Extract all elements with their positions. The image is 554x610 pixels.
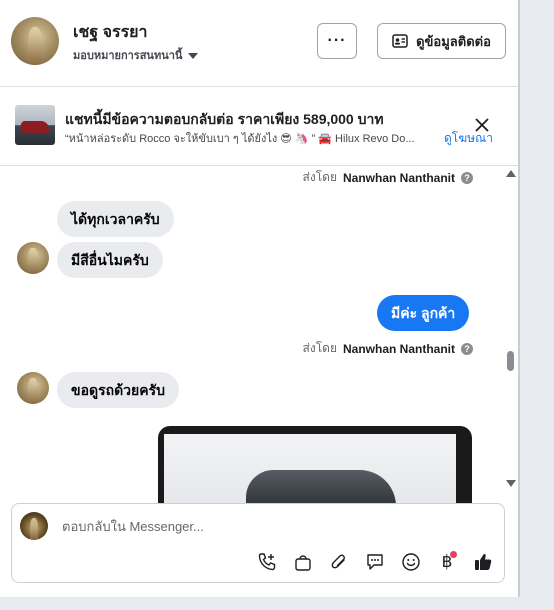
view-contact-label: ดูข้อมูลติดต่อ (416, 33, 491, 49)
contact-name[interactable]: เชฐ จรรยา (73, 20, 148, 45)
sent-by-prefix: ส่งโดย (302, 341, 337, 355)
notification-dot (450, 551, 457, 558)
sent-by-name: Nanwhan Nanthanit (342, 341, 455, 356)
incoming-message[interactable]: ขอดูรถด้วยครับ (57, 372, 179, 408)
chat-header: เชฐ จรรยา มอบหมายการสนทนานี้ ··· ดูข้อมู… (0, 0, 518, 87)
baht-icon[interactable]: ฿ (435, 550, 459, 574)
sent-by-prefix: ส่งโดย (302, 170, 337, 184)
phone-add-icon[interactable] (255, 550, 279, 574)
car-photo (164, 434, 456, 506)
panel-divider (518, 0, 520, 597)
help-icon[interactable]: ? (461, 171, 473, 184)
contact-card-icon (392, 34, 408, 48)
page-avatar (20, 512, 48, 540)
outgoing-image-message[interactable] (158, 426, 472, 506)
sent-by-label: ส่งโดย Nanwhan Nanthanit ? (303, 339, 473, 358)
sent-by-name: Nanwhan Nanthanit (342, 170, 455, 185)
incoming-message[interactable]: ได้ทุกเวลาครับ (57, 201, 174, 237)
contact-avatar-small (17, 242, 49, 274)
ad-title: แชทนี้มีข้อความตอบกลับต่อ ราคาเพียง 589,… (65, 111, 384, 127)
chat-panel: เชฐ จรรยา มอบหมายการสนทนานี้ ··· ดูข้อมู… (0, 0, 518, 597)
assign-conversation-label: มอบหมายการสนทนานี้ (73, 50, 183, 62)
ad-text: “หน้าหล่อระดับ Rocco จะให้ขับเบา ๆ ได้ยั… (65, 133, 415, 145)
emoji-icon[interactable] (399, 550, 423, 574)
message-composer: ฿ (11, 503, 505, 583)
scroll-up-arrow[interactable] (506, 170, 516, 177)
thumbs-up-icon[interactable] (471, 550, 495, 574)
view-contact-button[interactable]: ดูข้อมูลติดต่อ (377, 23, 506, 59)
outgoing-message[interactable]: มีค่ะ ลูกค้า (377, 295, 470, 331)
scrollbar-thumb[interactable] (507, 351, 514, 371)
chevron-down-icon (188, 53, 199, 60)
more-options-button[interactable]: ··· (317, 23, 357, 59)
help-icon[interactable]: ? (461, 342, 473, 355)
contact-avatar[interactable] (11, 17, 59, 65)
contact-avatar-small (17, 372, 49, 404)
ad-thumbnail[interactable] (15, 105, 55, 145)
incoming-message[interactable]: มีสีอื่นไมครับ (57, 242, 163, 278)
message-icon[interactable] (363, 550, 387, 574)
sent-by-label: ส่งโดย Nanwhan Nanthanit ? (303, 168, 473, 187)
close-icon[interactable] (472, 115, 492, 135)
shopping-bag-icon[interactable] (291, 550, 315, 574)
paperclip-icon[interactable] (327, 550, 351, 574)
assign-conversation-dropdown[interactable]: มอบหมายการสนทนานี้ (73, 46, 199, 64)
ad-banner: แชทนี้มีข้อความตอบกลับต่อ ราคาเพียง 589,… (0, 87, 518, 166)
scroll-down-arrow[interactable] (506, 480, 516, 487)
reply-input[interactable] (60, 518, 464, 535)
